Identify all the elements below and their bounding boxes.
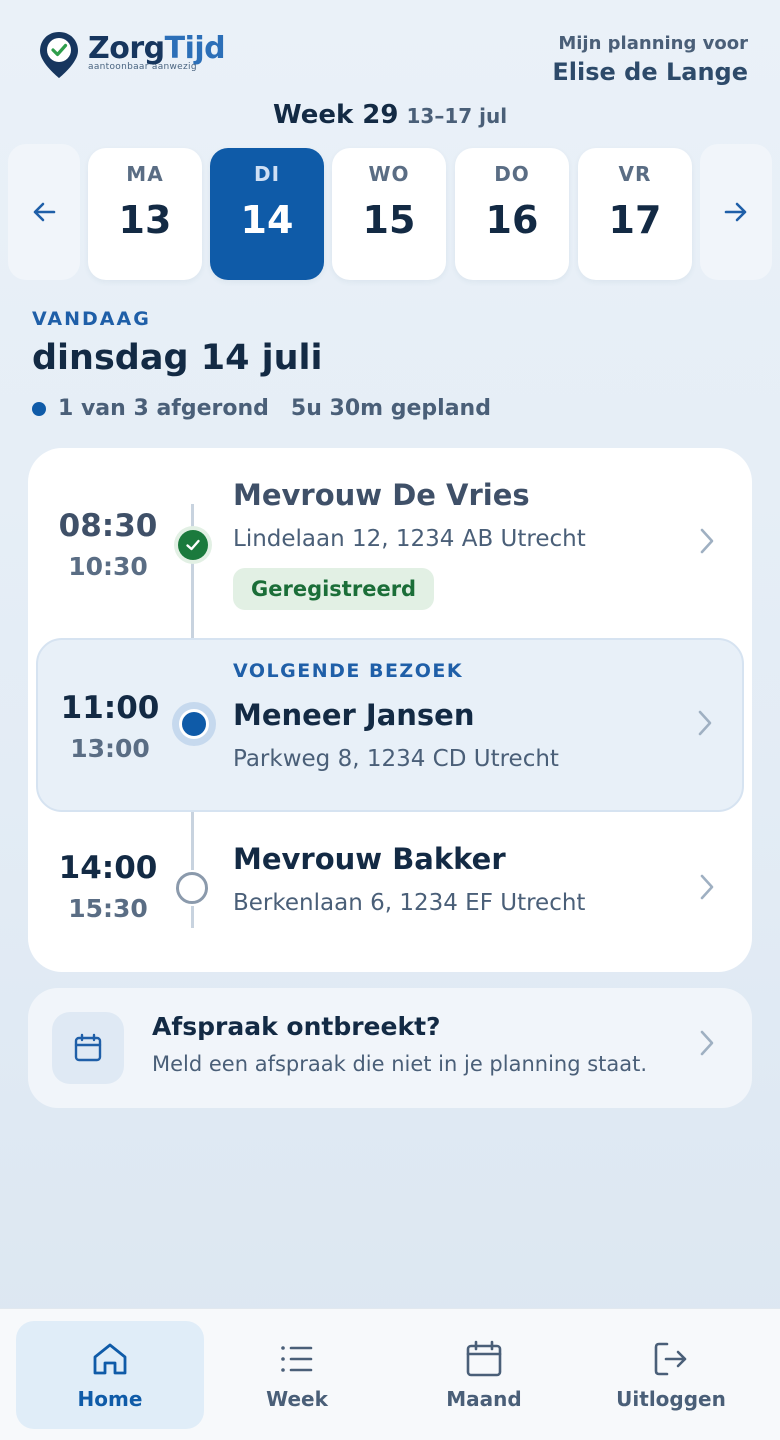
visit-start-time: 14:00 — [58, 850, 158, 886]
home-icon — [93, 1343, 127, 1375]
client-name: Mevrouw De Vries — [233, 478, 530, 512]
day-number: 17 — [608, 198, 662, 242]
visit-item[interactable]: 14:00 15:30 Mevrouw Bakker Berkenlaan 6,… — [28, 812, 752, 972]
arrow-right-icon — [724, 202, 747, 222]
client-address: Lindelaan 12, 1234 AB Utrecht — [233, 526, 586, 552]
visit-end-time: 15:30 — [68, 894, 148, 923]
visit-end-time: 10:30 — [68, 552, 148, 581]
visit-item-next[interactable]: VOLGENDE BEZOEK 11:00 13:00 Meneer Janse… — [36, 638, 744, 812]
bottom-navigation: Home Week Maand Uitloggen — [0, 1308, 780, 1440]
nav-label: Uitloggen — [616, 1387, 726, 1411]
visit-item[interactable]: 08:30 10:30 Mevrouw De Vries Lindelaan 1… — [28, 448, 752, 638]
visit-times: 11:00 13:00 — [54, 690, 166, 763]
day-name: MA — [126, 162, 164, 186]
day-name: VR — [618, 162, 652, 186]
nav-label: Maand — [446, 1387, 522, 1411]
chevron-right-icon — [698, 526, 716, 564]
today-date: dinsdag 14 juli — [32, 338, 323, 378]
visit-times: 08:30 10:30 — [52, 508, 164, 581]
client-name: Mevrouw Bakker — [233, 842, 506, 876]
week-title: Week 29 — [272, 100, 399, 130]
visit-end-time: 13:00 — [70, 734, 150, 763]
day-number: 16 — [485, 198, 539, 242]
next-week-button[interactable] — [700, 144, 772, 280]
day-thursday[interactable]: DO 16 — [455, 148, 569, 280]
arrow-left-icon — [33, 202, 56, 222]
list-icon — [281, 1346, 313, 1372]
calendar-icon — [466, 1340, 502, 1377]
day-monday[interactable]: MA 13 — [88, 148, 202, 280]
report-missing-appointment-card[interactable]: Afspraak ontbreekt? Meld een afspraak di… — [28, 988, 752, 1108]
client-address: Berkenlaan 6, 1234 EF Utrecht — [233, 890, 586, 916]
planning-label: Mijn planning voor — [558, 33, 748, 54]
timeline-line — [191, 812, 194, 870]
missing-appointment-subtitle: Meld een afspraak die niet in je plannin… — [152, 1052, 648, 1076]
progress-dot-icon — [32, 401, 46, 416]
calendar-icon — [52, 1012, 124, 1084]
missing-appointment-title: Afspraak ontbreekt? — [152, 1012, 441, 1041]
status-open-marker — [176, 872, 208, 904]
today-label: VANDAAG — [32, 308, 151, 330]
visit-start-time: 11:00 — [60, 690, 160, 726]
client-name: Meneer Jansen — [233, 698, 475, 732]
day-summary: 1 van 3 afgerond 5u 30m gepland — [32, 396, 491, 421]
status-completed-marker — [174, 526, 212, 564]
visits-card: 08:30 10:30 Mevrouw De Vries Lindelaan 1… — [28, 448, 752, 972]
nav-tab-week[interactable]: Week — [203, 1321, 391, 1429]
nav-tab-logout[interactable]: Uitloggen — [577, 1321, 765, 1429]
app-header: ZorgTijd aantoonbaar aanwezig Mijn plann… — [0, 0, 780, 100]
day-number: 13 — [118, 198, 172, 242]
nav-label: Week — [266, 1387, 328, 1411]
status-badge: Geregistreerd — [233, 568, 435, 610]
timeline-line — [191, 906, 194, 928]
planned-time: 5u 30m gepland — [290, 396, 491, 421]
chevron-right-icon — [696, 708, 714, 746]
timeline-line — [191, 504, 194, 638]
week-header: Week 29 13–17 jul — [0, 100, 780, 130]
day-name: DI — [253, 162, 281, 186]
status-current-marker — [172, 702, 216, 746]
visit-times: 14:00 15:30 — [52, 850, 164, 923]
next-visit-label: VOLGENDE BEZOEK — [233, 660, 464, 682]
chevron-right-icon — [698, 872, 716, 910]
day-number: 14 — [240, 198, 294, 242]
day-tuesday[interactable]: DI 14 — [210, 148, 324, 280]
week-range: 13–17 jul — [406, 104, 508, 128]
location-pin-check-icon — [40, 32, 78, 78]
user-name: Elise de Lange — [552, 58, 748, 86]
day-number: 15 — [362, 198, 416, 242]
day-name: WO — [368, 162, 410, 186]
nav-tab-home[interactable]: Home — [16, 1321, 204, 1429]
day-name: DO — [494, 162, 530, 186]
visit-start-time: 08:30 — [58, 508, 158, 544]
chevron-right-icon — [698, 1028, 716, 1066]
user-planning-info: Mijn planning voor Elise de Lange — [552, 33, 748, 86]
day-wednesday[interactable]: WO 15 — [332, 148, 446, 280]
progress-text: 1 van 3 afgerond — [58, 396, 269, 421]
client-address: Parkweg 8, 1234 CD Utrecht — [233, 746, 559, 772]
day-friday[interactable]: VR 17 — [578, 148, 692, 280]
nav-tab-month[interactable]: Maand — [390, 1321, 578, 1429]
nav-label: Home — [77, 1387, 143, 1411]
app-logo: ZorgTijd aantoonbaar aanwezig — [38, 30, 226, 80]
previous-week-button[interactable] — [8, 144, 80, 280]
logout-icon — [654, 1342, 687, 1376]
checkmark-icon — [186, 539, 200, 551]
